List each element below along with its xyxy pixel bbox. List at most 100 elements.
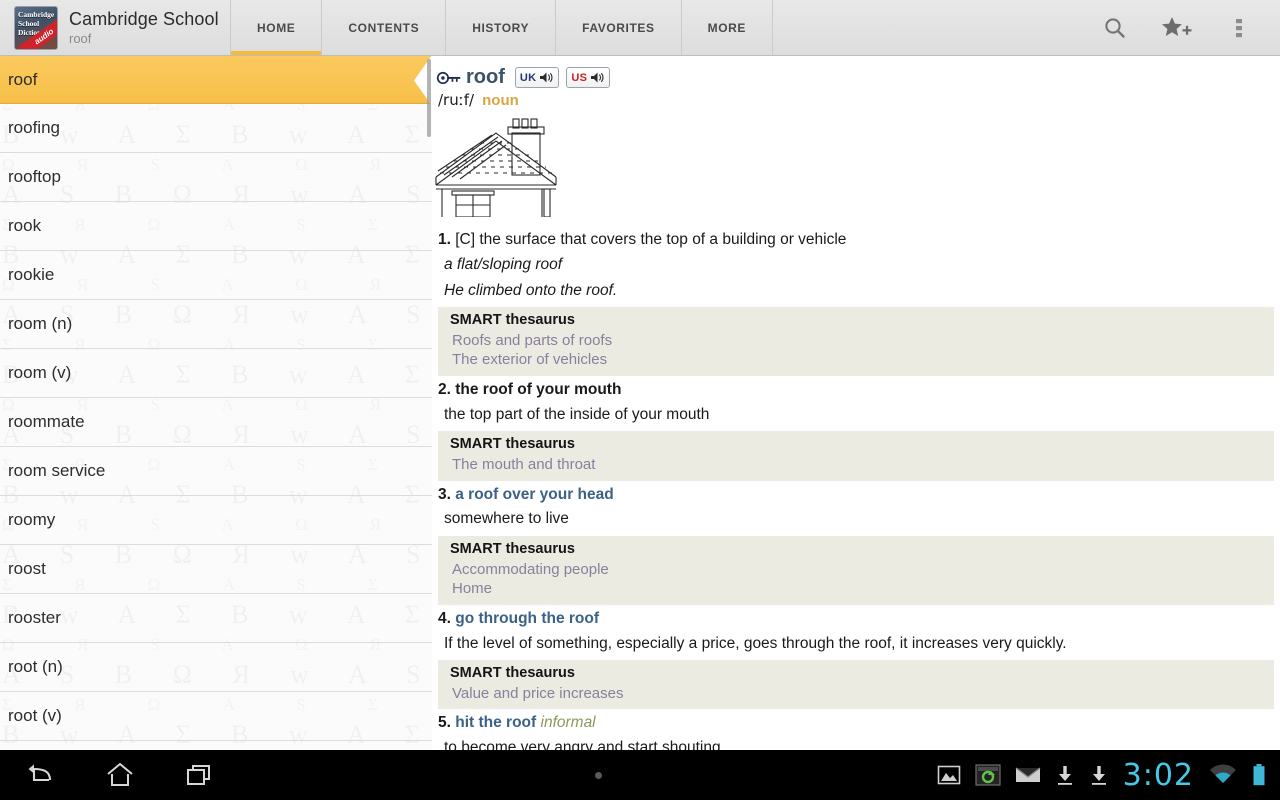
sidebar-item-label: rooftop — [8, 167, 61, 186]
sidebar-item-label: roofing — [8, 118, 60, 137]
sense-1: 1. [C] the surface that covers the top o… — [432, 226, 1280, 304]
app-title: Cambridge School — [69, 8, 219, 29]
speaker-icon — [591, 72, 604, 83]
sense-5-phrase: hit the roof — [455, 714, 537, 732]
uk-audio-button[interactable]: UK — [514, 67, 560, 88]
thesaurus-title: SMART thesaurus — [450, 541, 575, 558]
sense-3-definition: somewhere to live — [444, 510, 569, 528]
sense-5-number: 5. — [438, 714, 451, 732]
sidebar-item-label: roomy — [8, 510, 56, 529]
roof-with-chimney-illustration — [435, 118, 557, 218]
app-title-block: Cambridge School roof — [69, 8, 219, 46]
status-icons[interactable]: 3:02 — [937, 758, 1280, 793]
thesaurus-title: SMART thesaurus — [450, 312, 575, 329]
email-icon — [1015, 767, 1041, 782]
tab-favorites-label: FAVORITES — [582, 20, 655, 35]
sync-app-icon — [975, 764, 1001, 786]
sidebar-item-label: rook — [8, 216, 42, 235]
sense-4-phrase: go through the roof — [455, 609, 600, 627]
action-bar: Cambridge School Dictionary audio Cambri… — [0, 0, 1280, 56]
thesaurus-link[interactable]: Value and price increases — [450, 684, 1274, 704]
thesaurus-block-2: SMART thesaurus The mouth and throat — [438, 431, 1274, 481]
navigation-buttons — [0, 750, 260, 800]
sidebar-item-label: roof — [8, 69, 38, 89]
thesaurus-link[interactable]: Accommodating people — [450, 560, 1274, 580]
sidebar-item-root-n[interactable]: root (n) — [0, 643, 432, 692]
tab-favorites[interactable]: FAVORITES — [556, 0, 682, 55]
android-system-bar: 3:02 — [0, 750, 1280, 800]
sidebar-item-rooster[interactable]: rooster — [0, 594, 432, 643]
sidebar-item-roofing[interactable]: roofing — [0, 104, 432, 153]
definition-pane: roof UK US /ruːf/ noun 1. [C] the surfac… — [432, 56, 1280, 750]
key-icon — [436, 71, 461, 84]
thesaurus-link[interactable]: Home — [450, 579, 1274, 599]
sense-4-definition: If the level of something, especially a … — [444, 634, 1067, 652]
tab-history[interactable]: HISTORY — [446, 0, 557, 55]
sidebar-item-label: room (n) — [8, 314, 73, 333]
word-list: roof roofing rooftop rook rookie room (n… — [0, 56, 432, 741]
sense-5-definition: to become very angry and start shouting — [444, 739, 721, 750]
app-icon-line-1: Cambridge — [18, 9, 55, 19]
sense-3-headline: 3. a roof over your head — [438, 484, 1274, 507]
tab-home-underline — [231, 51, 322, 55]
thesaurus-block-4: SMART thesaurus Value and price increase… — [438, 660, 1274, 710]
sidebar-item-rookie[interactable]: rookie — [0, 251, 432, 300]
thesaurus-title: SMART thesaurus — [450, 665, 575, 682]
download-icon — [1057, 766, 1072, 785]
word-list-sidebar[interactable]: A S B Ω Я w A S B Ω Я Σ Я Ω A S Σ Я Ω A … — [0, 56, 432, 750]
recent-apps-button[interactable] — [160, 750, 240, 800]
speaker-icon — [540, 72, 553, 83]
sidebar-item-label: rookie — [8, 265, 55, 284]
sense-3-phrase: a roof over your head — [455, 485, 614, 503]
sidebar-item-roomy[interactable]: roomy — [0, 496, 432, 545]
sidebar-item-root-v[interactable]: root (v) — [0, 692, 432, 741]
tab-bar: HOME CONTENTS HISTORY FAVORITES MORE — [230, 0, 1084, 55]
home-icon — [107, 762, 133, 786]
sense-1-number: 1. — [438, 231, 451, 248]
notification-dot-icon — [594, 771, 602, 779]
home-button[interactable] — [80, 750, 160, 800]
search-icon — [1105, 17, 1125, 38]
us-audio-label: US — [571, 71, 588, 84]
add-favorite-button[interactable] — [1146, 0, 1208, 56]
sidebar-scrollbar[interactable] — [427, 59, 431, 137]
tab-history-label: HISTORY — [472, 20, 530, 35]
sense-3-number: 3. — [438, 485, 451, 503]
sense-5-headline: 5. hit the roof informal — [438, 712, 1274, 735]
tab-more[interactable]: MORE — [682, 0, 774, 55]
thesaurus-link[interactable]: The mouth and throat — [450, 455, 1274, 475]
cambridge-school-dictionary-icon: Cambridge School Dictionary audio — [14, 5, 58, 50]
overflow-menu-button[interactable] — [1208, 0, 1270, 56]
phonetic-transcription: /ruːf/ — [438, 91, 475, 109]
sidebar-item-label: rooster — [8, 608, 61, 627]
sidebar-item-rook[interactable]: rook — [0, 202, 432, 251]
sense-5: 5. hit the roof informal to become very … — [432, 709, 1280, 750]
recent-apps-icon — [187, 765, 210, 785]
sense-1-grammar: [C] — [455, 231, 476, 248]
us-audio-button[interactable]: US — [566, 67, 611, 88]
sidebar-item-room-n[interactable]: room (n) — [0, 300, 432, 349]
sense-4: 4. go through the roof If the level of s… — [432, 605, 1280, 658]
sidebar-item-roost[interactable]: roost — [0, 545, 432, 594]
sidebar-item-rooftop[interactable]: rooftop — [0, 153, 432, 202]
clock: 3:02 — [1122, 757, 1194, 793]
sidebar-item-room-v[interactable]: room (v) — [0, 349, 432, 398]
tab-home[interactable]: HOME — [230, 0, 323, 55]
thesaurus-block-3: SMART thesaurus Accommodating people Hom… — [438, 536, 1274, 605]
sidebar-item-roommate[interactable]: roommate — [0, 398, 432, 447]
entry-header: roof UK US — [432, 56, 1280, 89]
overflow-menu-icon — [1236, 18, 1242, 37]
sidebar-item-room-service[interactable]: room service — [0, 447, 432, 496]
sidebar-item-label: root (n) — [8, 657, 63, 676]
thesaurus-block-1: SMART thesaurus Roofs and parts of roofs… — [438, 307, 1274, 376]
sense-1-definition: the surface that covers the top of a bui… — [479, 231, 847, 248]
tab-contents[interactable]: CONTENTS — [322, 0, 447, 55]
pronunciation-line: /ruːf/ noun — [432, 89, 1280, 109]
sense-4-headline: 4. go through the roof — [438, 608, 1274, 631]
thesaurus-link[interactable]: The exterior of vehicles — [450, 350, 1274, 370]
search-button[interactable] — [1084, 0, 1146, 56]
sidebar-item-roof[interactable]: roof — [0, 56, 432, 106]
thesaurus-link[interactable]: Roofs and parts of roofs — [450, 331, 1274, 351]
back-button[interactable] — [0, 750, 80, 800]
app-subtitle: roof — [69, 30, 92, 46]
